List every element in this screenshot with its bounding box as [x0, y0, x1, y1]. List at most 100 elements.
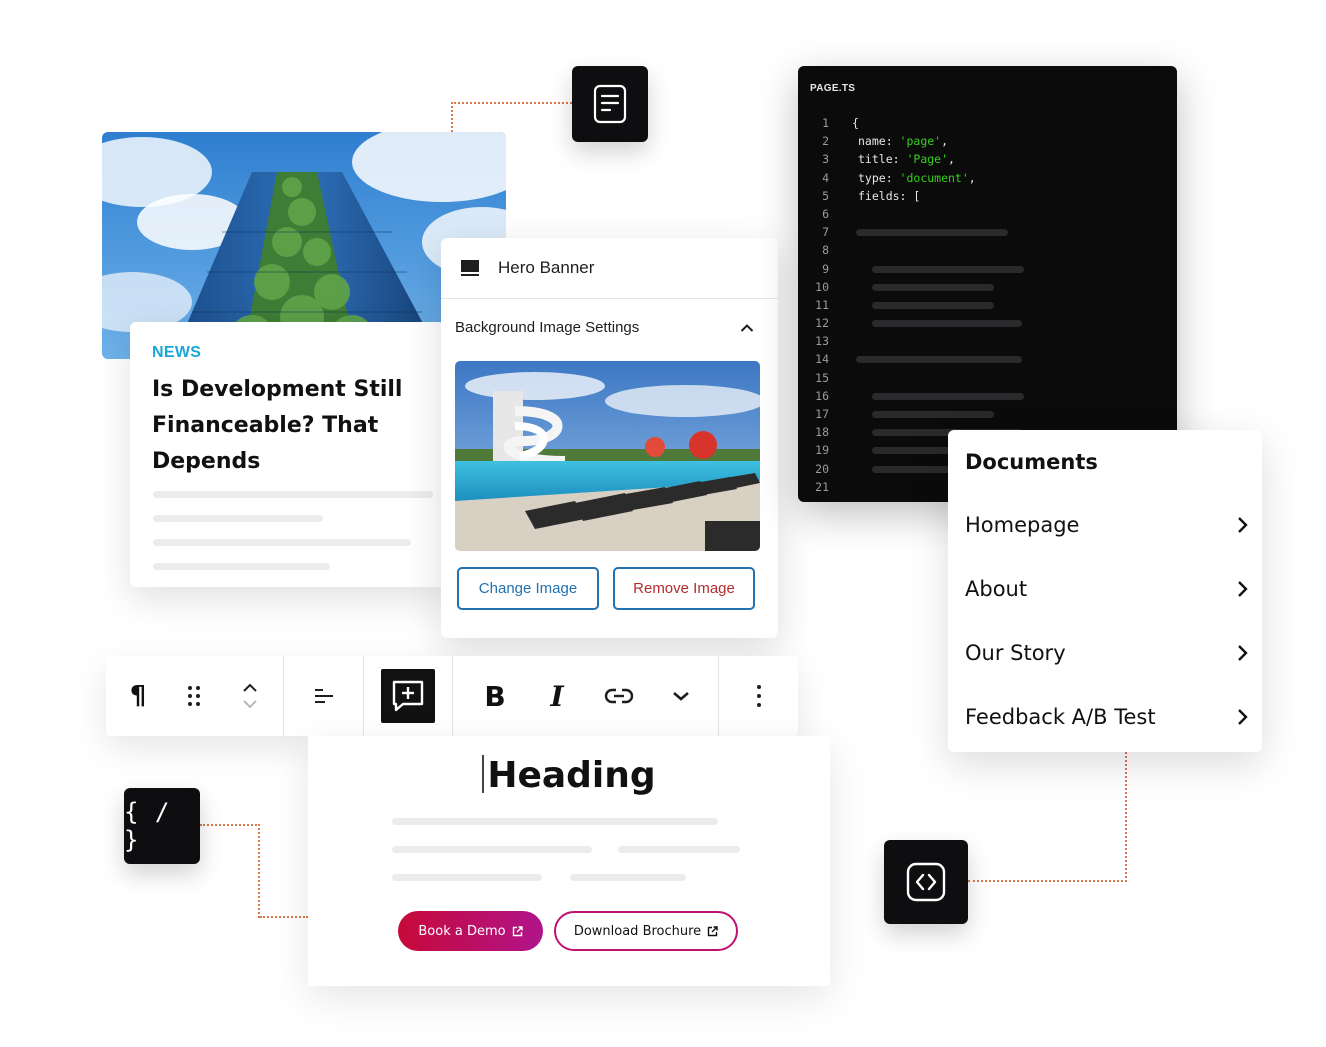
- chevron-right-icon: [1238, 709, 1248, 725]
- documents-item-label: About: [965, 577, 1028, 601]
- chevron-right-icon: [1238, 645, 1248, 661]
- code-placeholder-bar: [856, 356, 1022, 364]
- line-number: 19: [815, 443, 829, 458]
- chevron-down-icon: [673, 692, 689, 701]
- placeholder-line: [392, 874, 542, 881]
- line-number: 11: [815, 297, 829, 312]
- placeholder-line: [153, 563, 330, 570]
- block-toolbar: ¶ B I: [106, 656, 798, 736]
- line-number: 21: [815, 479, 829, 494]
- line-number: 8: [822, 243, 829, 258]
- code-line: 17: [798, 405, 1177, 423]
- code-line: 2 name: 'page',: [798, 132, 1177, 150]
- options-button[interactable]: [731, 656, 787, 736]
- add-comment-button[interactable]: [380, 656, 436, 736]
- line-number: 20: [815, 461, 829, 476]
- code-line: 1{: [798, 114, 1177, 132]
- code-line: 14: [798, 350, 1177, 368]
- code-block-icon: [906, 862, 946, 902]
- heading-block-card: Heading Book a Demo Download Brochure: [308, 736, 830, 986]
- connector-heading-left: [260, 916, 308, 918]
- connector-braces-to-heading: [200, 824, 260, 918]
- documents-item-feedback-ab-test[interactable]: Feedback A/B Test: [965, 697, 1248, 737]
- line-number: 16: [815, 388, 829, 403]
- line-number: 14: [815, 352, 829, 367]
- placeholder-line: [392, 818, 718, 825]
- placeholder-line: [153, 515, 323, 522]
- background-image-preview: [455, 361, 760, 551]
- bold-button[interactable]: B: [464, 656, 526, 736]
- code-line: 13: [798, 332, 1177, 350]
- line-number: 1: [822, 116, 829, 130]
- code-text: title: 'Page',: [858, 152, 955, 167]
- line-number: 4: [822, 170, 829, 185]
- text-cursor: [482, 755, 485, 793]
- line-number: 6: [822, 206, 829, 221]
- bold-icon: B: [484, 679, 506, 713]
- align-button[interactable]: [296, 656, 352, 736]
- chevron-right-icon: [1238, 581, 1248, 597]
- chevron-up-icon[interactable]: [740, 323, 754, 333]
- more-formats-button[interactable]: [650, 656, 712, 736]
- heading-block[interactable]: Heading: [308, 755, 830, 796]
- documents-item-about[interactable]: About: [965, 569, 1248, 609]
- move-up-down-button[interactable]: [222, 656, 278, 736]
- code-placeholder-bar: [872, 265, 1024, 273]
- book-demo-button[interactable]: Book a Demo: [398, 911, 543, 951]
- align-left-icon: [314, 689, 333, 703]
- italic-icon: I: [550, 679, 564, 713]
- drag-handle[interactable]: [166, 656, 222, 736]
- italic-button[interactable]: I: [526, 656, 588, 736]
- documents-item-homepage[interactable]: Homepage: [965, 505, 1248, 545]
- link-button[interactable]: [588, 656, 650, 736]
- code-line: 8: [798, 241, 1177, 259]
- documents-item-label: Our Story: [965, 641, 1066, 665]
- code-placeholder-bar: [872, 283, 994, 291]
- add-comment-icon: [381, 669, 435, 723]
- external-link-icon: [512, 925, 523, 936]
- code-line: 15: [798, 369, 1177, 387]
- line-number: 18: [815, 425, 829, 440]
- download-brochure-label: Download Brochure: [573, 923, 702, 939]
- news-title[interactable]: Is Development Still Financeable? That D…: [152, 372, 412, 480]
- link-icon: [604, 688, 634, 704]
- documents-item-label: Homepage: [965, 513, 1080, 537]
- news-card[interactable]: NEWS Is Development Still Financeable? T…: [130, 322, 445, 587]
- code-line: 10: [798, 278, 1177, 296]
- line-number: 15: [815, 370, 829, 385]
- change-image-button[interactable]: Change Image: [457, 567, 599, 610]
- code-placeholder-bar: [872, 411, 994, 418]
- code-text: type: 'document',: [858, 170, 976, 185]
- placeholder-line: [392, 846, 592, 853]
- placeholder-line: [153, 539, 411, 546]
- heading-text[interactable]: Heading: [487, 755, 655, 796]
- code-braces-icon: { / }: [124, 798, 171, 854]
- paragraph-icon: ¶: [129, 681, 147, 711]
- code-placeholder-bar: [856, 229, 1008, 237]
- hero-banner-title: Hero Banner: [498, 258, 595, 277]
- placeholder-line: [618, 846, 740, 853]
- remove-image-button[interactable]: Remove Image: [613, 567, 755, 610]
- code-text: name: 'page',: [858, 134, 949, 149]
- background-settings-toggle[interactable]: Background Image Settings: [441, 299, 778, 336]
- documents-item-our-story[interactable]: Our Story: [965, 633, 1248, 673]
- code-line: 4 type: 'document',: [798, 169, 1177, 187]
- code-filename: PAGE.TS: [810, 83, 856, 94]
- download-brochure-button[interactable]: Download Brochure: [554, 911, 738, 951]
- external-link-icon: [707, 925, 718, 936]
- code-line: 6: [798, 205, 1177, 223]
- code-string: 'document': [899, 170, 969, 185]
- toolbar-group-format: B I: [453, 656, 719, 736]
- code-line: 16: [798, 387, 1177, 405]
- desktop-icon: [461, 260, 479, 276]
- line-number: 9: [822, 261, 829, 276]
- code-line: 12: [798, 314, 1177, 332]
- more-vertical-icon: [756, 685, 761, 707]
- move-up-down-icon: [243, 683, 257, 709]
- connector-docs-to-codeblock: [968, 752, 1127, 882]
- code-placeholder-bar: [872, 320, 1022, 328]
- code-line: 7: [798, 223, 1177, 241]
- toolbar-group-align: [284, 656, 364, 736]
- document-icon: [593, 84, 627, 124]
- paragraph-button[interactable]: ¶: [110, 656, 166, 736]
